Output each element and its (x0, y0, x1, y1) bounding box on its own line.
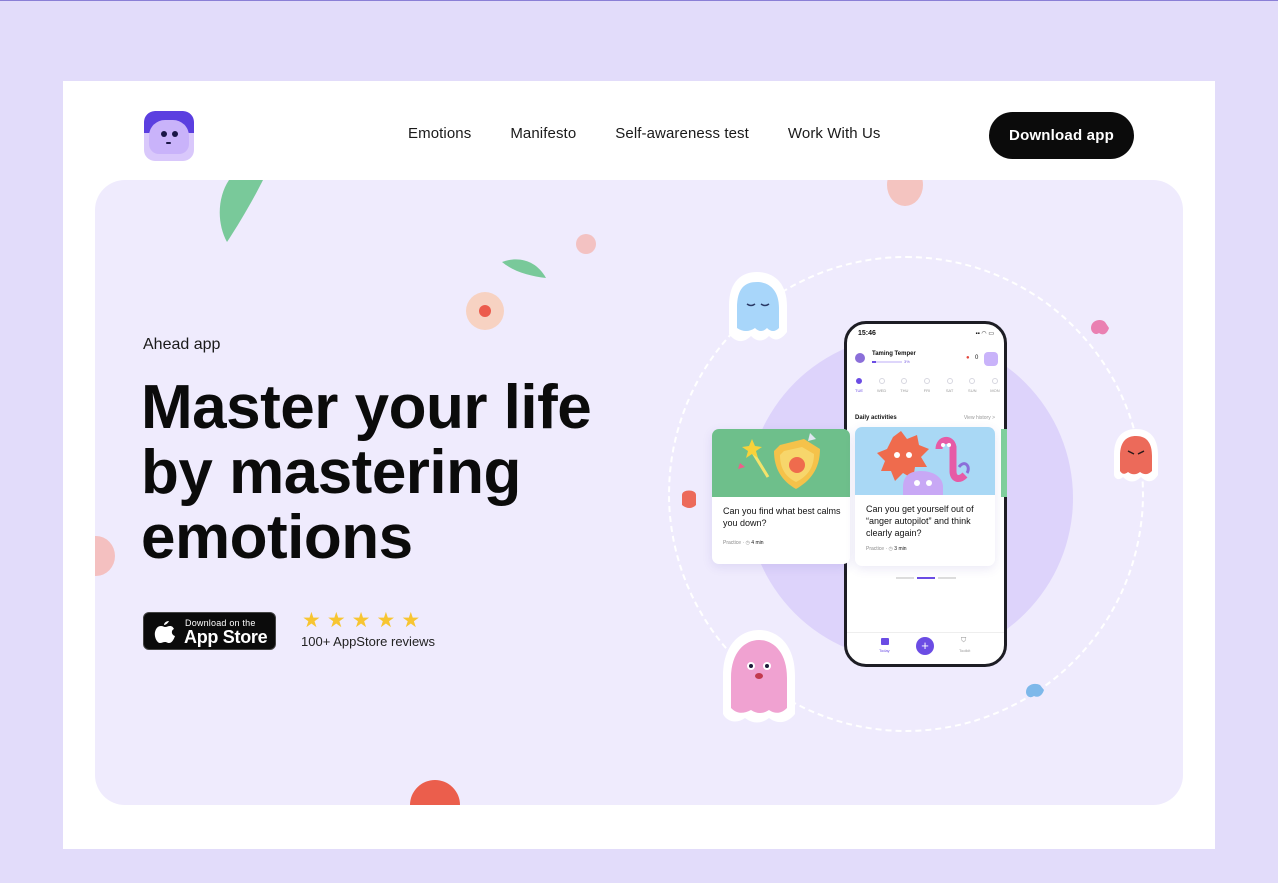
day-thu[interactable]: THU (897, 378, 911, 393)
star-icon: ★ (326, 609, 346, 632)
apple-icon (154, 621, 175, 643)
day-tue[interactable]: TUE (852, 378, 866, 393)
logo-face (149, 120, 189, 154)
red-dot-decoration (479, 305, 491, 317)
star-icon: ★ (376, 609, 396, 632)
daily-activities-title: Daily activities (855, 415, 897, 421)
headline-line-3: emotions (141, 503, 413, 572)
shield-wand-illustration (712, 429, 850, 497)
hero-eyebrow: Ahead app (143, 336, 221, 353)
top-border-line (0, 0, 1278, 1)
nav-link-emotions[interactable]: Emotions (408, 125, 471, 142)
day-fri[interactable]: FRI (920, 378, 934, 393)
activity-card-calm[interactable]: Can you find what best calms you down? P… (712, 429, 850, 564)
streak-count: 0 (975, 355, 979, 361)
main-nav: Emotions Manifesto Self-awareness test W… (408, 125, 881, 142)
red-half-circle-decoration (410, 780, 460, 805)
view-history-link[interactable]: View history > (964, 415, 995, 421)
activity-question: Can you get yourself out of “anger autop… (866, 504, 974, 538)
activity-meta: Practice · ◷ 4 min (723, 540, 764, 546)
card-pager (896, 577, 956, 579)
phone-tab-bar: Today + ⛉ Toolkit (847, 632, 1004, 664)
shield-icon[interactable]: ⛉ (961, 637, 966, 645)
pink-ghost-sticker (723, 630, 795, 723)
ahead-logo[interactable] (144, 111, 194, 161)
headline-line-2: by mastering (141, 438, 521, 507)
reviews-count: 100+ AppStore reviews (301, 634, 436, 649)
landing-page-frame: Emotions Manifesto Self-awareness test W… (63, 81, 1215, 849)
leaf-shape-small (502, 259, 546, 278)
tab-toolkit[interactable]: Toolkit (959, 648, 970, 653)
drop-icon: ● (966, 355, 970, 361)
day-sat[interactable]: SAT (943, 378, 957, 393)
download-app-button[interactable]: Download app (989, 112, 1134, 159)
course-progress-text: 3% (904, 359, 910, 364)
activity-question: Can you find what best calms you down? (723, 506, 841, 528)
headline-line-1: Master your life (141, 373, 592, 442)
logo-eye-right (172, 131, 178, 137)
nav-link-work-with-us[interactable]: Work With Us (788, 125, 881, 142)
avatar[interactable] (984, 352, 998, 366)
leaf-shape-large (219, 180, 263, 242)
red-ghost-sticker (1114, 429, 1158, 482)
tab-today[interactable]: Today (879, 648, 890, 653)
day-mon[interactable]: MON (988, 378, 1002, 393)
anger-monsters-illustration (855, 427, 995, 495)
add-button[interactable]: + (916, 637, 934, 655)
logo-eye-left (161, 131, 167, 137)
logo-mouth (166, 142, 171, 144)
appstore-big-text: App Store (184, 627, 268, 647)
nav-link-manifesto[interactable]: Manifesto (510, 125, 576, 142)
blue-ghost-sticker (729, 272, 787, 342)
red-mini-ghost (682, 490, 696, 508)
clock-icon: ◷ (745, 540, 750, 546)
star-icon: ★ (302, 609, 321, 632)
day-wed[interactable]: WED (875, 378, 889, 393)
activity-meta: Practice · ◷ 3 min (866, 546, 907, 552)
app-store-badge[interactable]: Download on the App Store (143, 612, 276, 650)
phone-status-icons: ▪▪ ◠ ▭ (975, 331, 995, 337)
pink-mini-ghost (1091, 320, 1109, 335)
hero-headline: Master your life by mastering emotions (141, 375, 661, 570)
hero-section: Ahead app Master your life by mastering … (95, 180, 1183, 805)
course-progress-bar (872, 361, 902, 363)
activity-card-anger[interactable]: Can you get yourself out of “anger autop… (855, 427, 995, 566)
course-icon (855, 353, 865, 363)
clock-icon: ◷ (888, 546, 893, 552)
day-sun[interactable]: SUN (965, 378, 979, 393)
nav-link-self-awareness-test[interactable]: Self-awareness test (615, 125, 749, 142)
pink-top-circle-decoration (887, 180, 923, 206)
phone-time: 15:46 (858, 330, 876, 337)
calendar-icon[interactable] (881, 638, 889, 645)
star-icon: ★ (351, 609, 371, 632)
star-icon: ★ (401, 609, 421, 632)
course-title: Taming Temper (872, 351, 916, 357)
week-day-selector: TUE WED THU FRI SAT SUN MON (852, 378, 1002, 393)
pink-half-circle-decoration (95, 536, 115, 576)
rating-stars: ★ ★ ★ ★ ★ (302, 609, 421, 632)
blue-mini-ghost (1026, 683, 1044, 698)
next-card-peek (1001, 429, 1007, 497)
pink-dot-decoration (576, 234, 596, 254)
